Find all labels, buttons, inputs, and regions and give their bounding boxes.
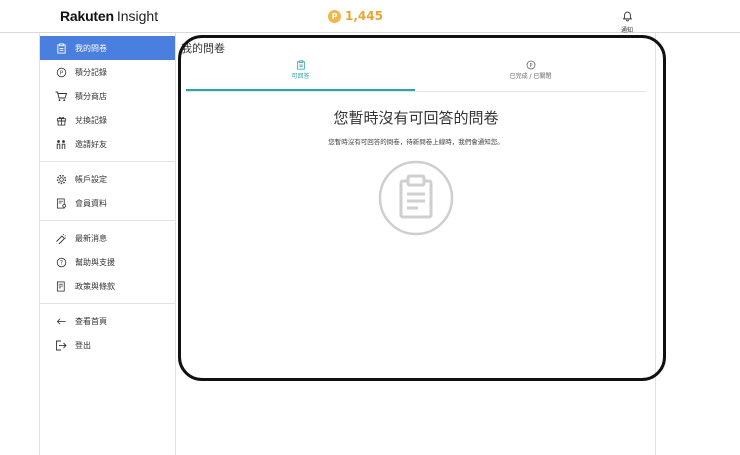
cart-icon (54, 89, 68, 103)
sidebar-item-label: 登出 (75, 340, 91, 350)
invite-icon (54, 137, 68, 151)
clipboard-icon (296, 60, 305, 70)
content-border (655, 33, 656, 455)
clipboard-icon (54, 41, 68, 55)
sidebar-item-label: 積分記錄 (75, 67, 107, 77)
sidebar-item-member-profile[interactable]: 會員資料 (40, 191, 175, 215)
points-balance[interactable]: P 1,445 (328, 9, 383, 23)
points-value: 1,445 (345, 9, 383, 23)
sidebar-divider (40, 303, 175, 304)
tab-label: 可回答 (291, 73, 310, 80)
empty-state-title: 您暫時沒有可回答的問卷 (333, 109, 499, 127)
sidebar-item-redeem-history[interactable]: 兌換記錄 (40, 108, 175, 132)
sidebar-item-view-homepage[interactable]: 查看首頁 (40, 309, 175, 333)
svg-text:P: P (59, 70, 63, 76)
points-icon: P (526, 60, 535, 70)
logo-brand: Rakuten (60, 8, 114, 24)
notification-button[interactable]: 通知 (617, 7, 637, 34)
points-coin-icon: P (328, 9, 341, 23)
logout-icon (54, 338, 68, 352)
sidebar-item-invite-friends[interactable]: 邀請好友 (40, 132, 175, 156)
sidebar-item-label: 最新消息 (75, 233, 107, 243)
tab-completed-closed[interactable]: P 已完成 / 已關閉 (416, 57, 645, 91)
sidebar-item-label: 會員資料 (75, 198, 107, 208)
sidebar-item-points-history[interactable]: P 積分記錄 (40, 60, 175, 84)
sidebar-item-label: 查看首頁 (75, 316, 107, 326)
sidebar-item-account-settings[interactable]: 帳戶設定 (40, 167, 175, 191)
sidebar-item-points-store[interactable]: 積分商店 (40, 84, 175, 108)
survey-tabs: 可回答 P 已完成 / 已關閉 (186, 57, 646, 92)
sidebar-item-label: 帳戶設定 (75, 174, 107, 184)
page-title: 我的問卷 (181, 42, 225, 55)
clipboard-icon (378, 160, 454, 236)
tab-available[interactable]: 可回答 (186, 57, 415, 91)
sidebar-item-my-surveys[interactable]: 我的問卷 (40, 36, 175, 60)
sidebar-divider (40, 220, 175, 221)
svg-text:P: P (529, 63, 532, 69)
policy-icon (54, 279, 68, 293)
tab-label: 已完成 / 已關閉 (509, 73, 552, 80)
sidebar-item-label: 積分商店 (75, 91, 107, 101)
sidebar-divider (40, 161, 175, 162)
top-bar: Rakuten Insight P 1,445 通知 (0, 0, 740, 34)
gift-icon (54, 113, 68, 127)
points-icon: P (54, 65, 68, 79)
sidebar-item-latest-news[interactable]: 最新消息 (40, 226, 175, 250)
profile-icon (54, 196, 68, 210)
bell-icon (622, 11, 632, 22)
svg-text:?: ? (59, 259, 62, 266)
arrow-left-icon (54, 314, 68, 328)
sidebar-item-label: 政策與條款 (75, 281, 115, 291)
sidebar-item-label: 兌換記錄 (75, 115, 107, 125)
sidebar-item-help-support[interactable]: ? 幫助與支援 (40, 250, 175, 274)
gear-icon (54, 172, 68, 186)
sidebar-item-logout[interactable]: 登出 (40, 333, 175, 357)
sidebar-item-label: 邀請好友 (75, 139, 107, 149)
sidebar: 我的問卷 P 積分記錄 積分商店 兌換記錄 邀請好友 帳戶設定 會員資料 最新消… (39, 33, 176, 455)
megaphone-icon (54, 231, 68, 245)
help-icon: ? (54, 255, 68, 269)
sidebar-item-label: 幫助與支援 (75, 257, 115, 267)
sidebar-item-policies-terms[interactable]: 政策與條款 (40, 274, 175, 298)
rakuten-insight-logo[interactable]: Rakuten Insight (60, 8, 158, 24)
notification-label: 通知 (620, 27, 633, 34)
empty-state-description: 您暫時沒有可回答的問卷，待新問卷上線時，我們會通知您。 (328, 138, 504, 146)
sidebar-item-label: 我的問卷 (75, 43, 107, 53)
logo-sub: Insight (116, 8, 159, 24)
